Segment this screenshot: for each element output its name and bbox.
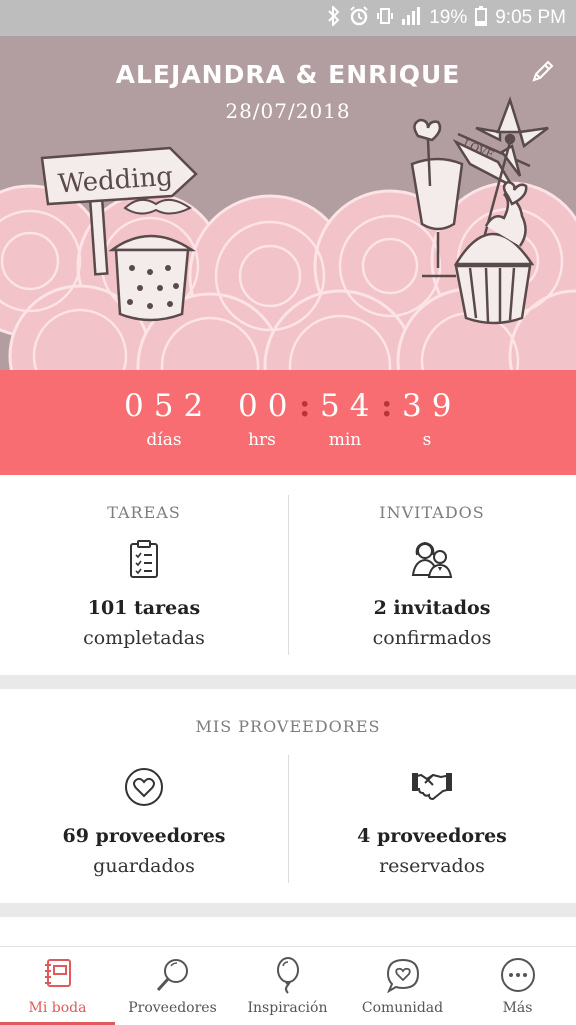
pencil-icon [530,58,556,88]
nav-label: Mi boda [28,1000,87,1016]
countdown-days-label: días [146,430,182,450]
bottom-navigation: Mi boda Proveedores Inspiración Comunida… [0,946,576,1025]
booked-vendors-tile[interactable]: 4 proveedores reservados [288,689,576,903]
guests-count: 2 invitados [373,597,491,619]
countdown-days: 052 [124,388,214,424]
vibrate-icon [377,6,394,31]
countdown-separator: : [381,388,393,424]
signal-icon [401,6,421,30]
clipboard-icon [128,539,160,583]
nav-item-mi-boda[interactable]: Mi boda [0,947,115,1025]
nav-label: Más [502,1000,533,1016]
nav-item-inspiracion[interactable]: Inspiración [230,947,345,1025]
status-bar: 19% 9:05 PM [0,0,576,36]
tasks-tile[interactable]: TAREAS 101 tareas completadas [0,475,288,675]
battery-icon [475,5,488,31]
countdown-banner: 052 00 : 54 : 39 días hrs min s [0,370,576,475]
tasks-subtitle: completadas [83,627,205,649]
nav-label: Proveedores [128,1000,217,1016]
guests-tile[interactable]: INVITADOS 2 invitados confirmados [288,475,576,675]
countdown-minutes: 54 [320,388,380,424]
booked-vendors-subtitle: reservados [379,855,485,877]
next-card [0,917,576,946]
wedding-header: Wedding LOVE ALEJANDRA & ENRIQUE 28/07/2… [0,36,576,370]
countdown-seconds: 39 [402,388,462,424]
nav-label: Inspiración [247,1000,328,1016]
heart-icon [124,767,164,811]
booked-vendors-count: 4 proveedores [357,825,507,847]
chat-heart-icon [385,957,421,997]
nav-item-mas[interactable]: Más [460,947,575,1025]
summary-card: TAREAS 101 tareas completadas INVITADOS … [0,475,576,675]
nav-item-proveedores[interactable]: Proveedores [115,947,230,1025]
saved-vendors-count: 69 proveedores [62,825,226,847]
countdown-separator: : [299,388,311,424]
countdown-seconds-label: s [422,430,432,450]
countdown-hours-label: hrs [248,430,276,450]
handshake-icon [411,769,453,805]
countdown-minutes-label: min [328,430,362,450]
vendors-card: MIS PROVEEDORES 69 proveedores guardados… [0,689,576,903]
tasks-count: 101 tareas [87,597,201,619]
saved-vendors-tile[interactable]: 69 proveedores guardados [0,689,288,903]
battery-level: 19% [429,7,468,28]
nav-item-comunidad[interactable]: Comunidad [345,947,460,1025]
bluetooth-icon [327,4,341,31]
search-icon [155,957,191,997]
wedding-date: 28/07/2018 [225,99,351,123]
more-icon [500,957,536,997]
saved-vendors-subtitle: guardados [93,855,195,877]
nav-label: Comunidad [361,1000,444,1016]
edit-button[interactable] [526,56,560,90]
alarm-icon [349,5,369,31]
notebook-icon [42,957,74,993]
couple-icon [411,539,453,583]
guests-subtitle: confirmados [372,627,492,649]
guests-title: INVITADOS [379,503,485,522]
clock: 9:05 PM [495,7,566,28]
countdown-hours: 00 [238,388,298,424]
couple-names: ALEJANDRA & ENRIQUE [115,60,461,89]
balloon-icon [274,957,302,999]
tasks-title: TAREAS [107,503,181,522]
